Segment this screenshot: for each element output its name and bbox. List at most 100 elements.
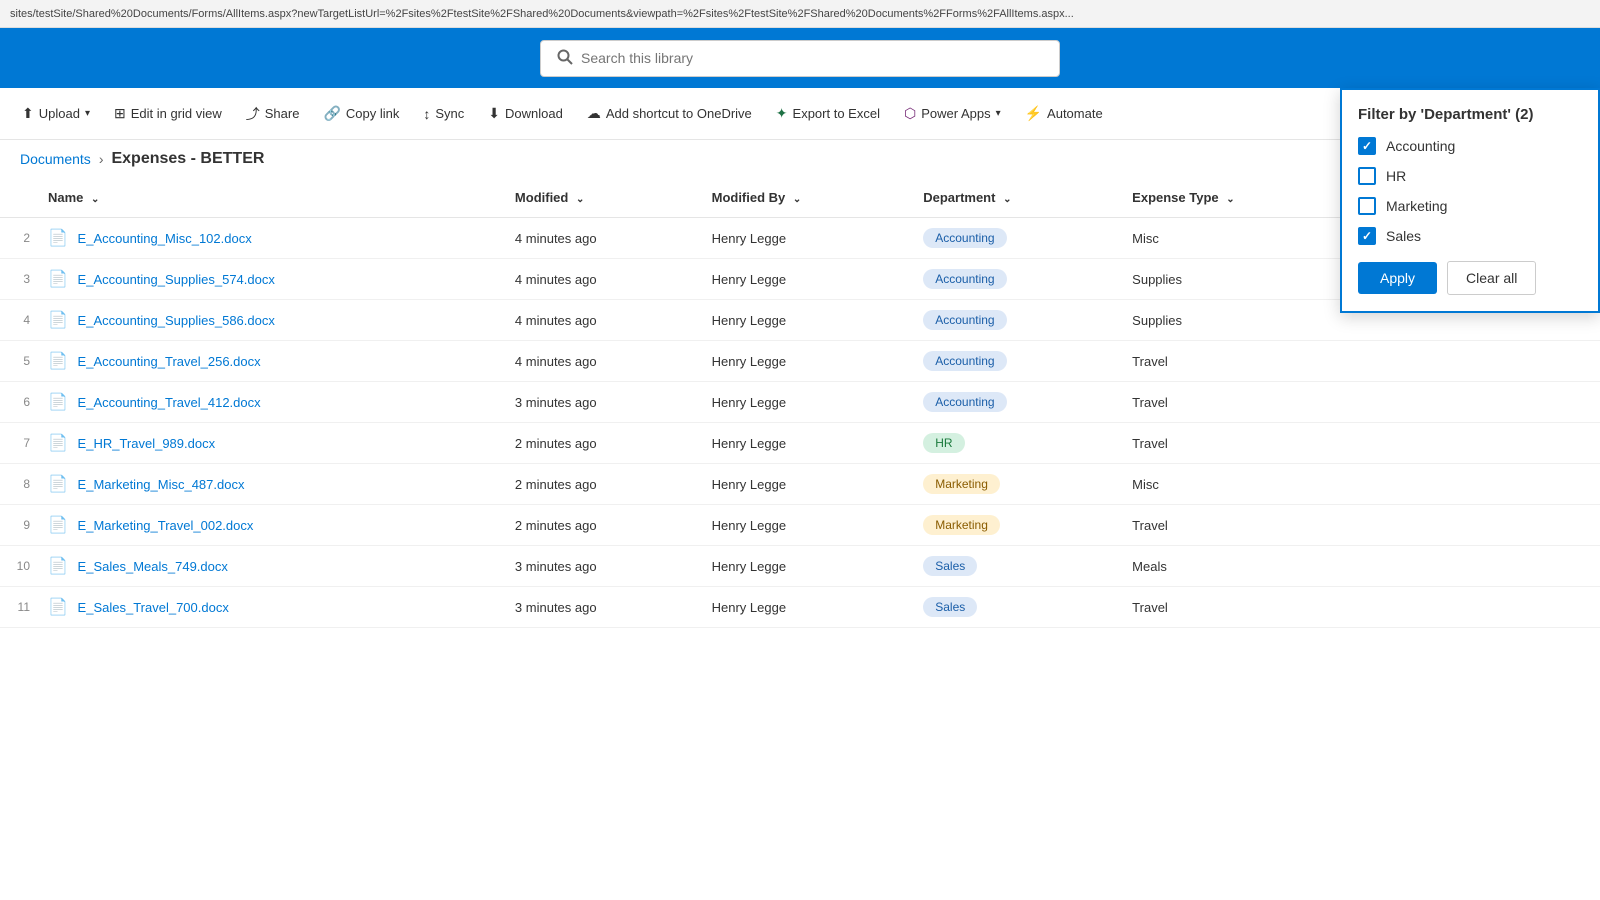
edit-grid-button[interactable]: ⊞ Edit in grid view bbox=[104, 99, 232, 128]
row-number: 9 bbox=[0, 505, 36, 546]
col-department-header[interactable]: Department ⌄ bbox=[911, 178, 1120, 218]
row-number: 11 bbox=[0, 587, 36, 628]
upload-chevron-icon: ▾ bbox=[85, 108, 90, 119]
addcolumn-cell bbox=[1356, 341, 1600, 382]
file-cell: 📄 E_Accounting_Supplies_574.docx bbox=[36, 259, 503, 300]
file-icon: 📄 bbox=[48, 517, 68, 534]
addcolumn-cell bbox=[1356, 464, 1600, 505]
file-name[interactable]: E_Accounting_Travel_256.docx bbox=[78, 354, 261, 369]
row-number: 4 bbox=[0, 300, 36, 341]
filter-item-accounting[interactable]: Accounting bbox=[1358, 137, 1582, 155]
export-excel-icon: ✦ bbox=[776, 105, 788, 122]
file-cell: 📄 E_Accounting_Supplies_586.docx bbox=[36, 300, 503, 341]
addcolumn-cell bbox=[1356, 546, 1600, 587]
apply-button[interactable]: Apply bbox=[1358, 262, 1437, 294]
modifiedby-cell: Henry Legge bbox=[700, 382, 912, 423]
power-apps-icon: ⬡ bbox=[904, 105, 916, 122]
department-badge: Sales bbox=[923, 597, 977, 617]
filter-panel: Filter by 'Department' (2) Accounting HR… bbox=[1340, 88, 1600, 313]
filter-item-marketing[interactable]: Marketing bbox=[1358, 197, 1582, 215]
modifiedby-cell: Henry Legge bbox=[700, 587, 912, 628]
search-input[interactable] bbox=[581, 50, 1043, 66]
file-icon: 📄 bbox=[48, 599, 68, 616]
row-number: 7 bbox=[0, 423, 36, 464]
file-name[interactable]: E_Accounting_Supplies_586.docx bbox=[78, 313, 275, 328]
modifiedby-cell: Henry Legge bbox=[700, 464, 912, 505]
copy-link-button[interactable]: 🔗 Copy link bbox=[313, 99, 409, 128]
file-name[interactable]: E_HR_Travel_989.docx bbox=[78, 436, 216, 451]
expensetype-cell: Misc bbox=[1120, 464, 1355, 505]
clear-all-button[interactable]: Clear all bbox=[1447, 261, 1536, 295]
download-label: Download bbox=[505, 106, 563, 121]
file-cell: 📄 E_Accounting_Misc_102.docx bbox=[36, 218, 503, 259]
share-button[interactable]: ⤴ Share bbox=[236, 98, 310, 130]
automate-icon: ⚡ bbox=[1025, 105, 1042, 122]
file-cell: 📄 E_Accounting_Travel_412.docx bbox=[36, 382, 503, 423]
row-number: 10 bbox=[0, 546, 36, 587]
power-apps-button[interactable]: ⬡ Power Apps ▾ bbox=[894, 99, 1011, 128]
department-badge: Sales bbox=[923, 556, 977, 576]
automate-label: Automate bbox=[1047, 106, 1103, 121]
modifiedby-cell: Henry Legge bbox=[700, 546, 912, 587]
add-shortcut-label: Add shortcut to OneDrive bbox=[606, 106, 752, 121]
modifiedby-sort-icon: ⌄ bbox=[793, 194, 801, 205]
col-modified-header[interactable]: Modified ⌄ bbox=[503, 178, 700, 218]
file-icon: 📄 bbox=[48, 435, 68, 452]
department-sort-icon: ⌄ bbox=[1003, 194, 1011, 205]
filter-checkbox-hr[interactable] bbox=[1358, 167, 1376, 185]
department-badge: Accounting bbox=[923, 228, 1006, 248]
filter-checkbox-marketing[interactable] bbox=[1358, 197, 1376, 215]
row-number: 3 bbox=[0, 259, 36, 300]
file-icon: 📄 bbox=[48, 476, 68, 493]
breadcrumb-parent[interactable]: Documents bbox=[20, 151, 91, 167]
table-row: 6 📄 E_Accounting_Travel_412.docx 3 minut… bbox=[0, 382, 1600, 423]
file-name[interactable]: E_Accounting_Misc_102.docx bbox=[78, 231, 252, 246]
department-badge: Accounting bbox=[923, 310, 1006, 330]
sync-button[interactable]: ↕ Sync bbox=[413, 100, 474, 128]
url-text: sites/testSite/Shared%20Documents/Forms/… bbox=[10, 8, 1074, 20]
modified-cell: 2 minutes ago bbox=[503, 505, 700, 546]
filter-actions: Apply Clear all bbox=[1358, 261, 1582, 295]
breadcrumb-separator: › bbox=[99, 151, 104, 167]
file-name[interactable]: E_Accounting_Travel_412.docx bbox=[78, 395, 261, 410]
export-excel-button[interactable]: ✦ Export to Excel bbox=[766, 99, 890, 128]
filter-item-hr[interactable]: HR bbox=[1358, 167, 1582, 185]
download-icon: ⬇ bbox=[488, 105, 500, 122]
col-expensetype-header[interactable]: Expense Type ⌄ bbox=[1120, 178, 1355, 218]
department-cell: Accounting bbox=[911, 382, 1120, 423]
row-number: 2 bbox=[0, 218, 36, 259]
file-name[interactable]: E_Marketing_Travel_002.docx bbox=[78, 518, 254, 533]
department-cell: Sales bbox=[911, 587, 1120, 628]
add-shortcut-button[interactable]: ☁ Add shortcut to OneDrive bbox=[577, 99, 762, 128]
filter-checkbox-accounting[interactable] bbox=[1358, 137, 1376, 155]
col-modifiedby-header[interactable]: Modified By ⌄ bbox=[700, 178, 912, 218]
department-badge: Accounting bbox=[923, 269, 1006, 289]
filter-label-accounting: Accounting bbox=[1386, 138, 1455, 154]
expensetype-cell: Meals bbox=[1120, 546, 1355, 587]
modified-cell: 4 minutes ago bbox=[503, 259, 700, 300]
file-name[interactable]: E_Marketing_Misc_487.docx bbox=[78, 477, 245, 492]
share-icon: ⤴ bbox=[246, 104, 260, 124]
modified-cell: 2 minutes ago bbox=[503, 423, 700, 464]
department-badge: Marketing bbox=[923, 515, 1000, 535]
col-name-header[interactable]: Name ⌄ bbox=[36, 178, 503, 218]
department-cell: Accounting bbox=[911, 300, 1120, 341]
expensetype-cell: Supplies bbox=[1120, 300, 1355, 341]
sync-icon: ↕ bbox=[423, 106, 430, 122]
department-cell: Accounting bbox=[911, 218, 1120, 259]
filter-item-sales[interactable]: Sales bbox=[1358, 227, 1582, 245]
copy-link-icon: 🔗 bbox=[323, 105, 340, 122]
file-name[interactable]: E_Accounting_Supplies_574.docx bbox=[78, 272, 275, 287]
file-cell: 📄 E_Accounting_Travel_256.docx bbox=[36, 341, 503, 382]
upload-icon: ⬆ bbox=[22, 105, 34, 122]
file-cell: 📄 E_Marketing_Misc_487.docx bbox=[36, 464, 503, 505]
automate-button[interactable]: ⚡ Automate bbox=[1015, 99, 1113, 128]
expensetype-sort-icon: ⌄ bbox=[1226, 194, 1234, 205]
file-name[interactable]: E_Sales_Meals_749.docx bbox=[78, 559, 228, 574]
upload-button[interactable]: ⬆ Upload ▾ bbox=[12, 99, 100, 128]
search-box[interactable] bbox=[540, 40, 1060, 77]
download-button[interactable]: ⬇ Download bbox=[478, 99, 573, 128]
file-name[interactable]: E_Sales_Travel_700.docx bbox=[78, 600, 229, 615]
filter-checkbox-sales[interactable] bbox=[1358, 227, 1376, 245]
modifiedby-cell: Henry Legge bbox=[700, 259, 912, 300]
